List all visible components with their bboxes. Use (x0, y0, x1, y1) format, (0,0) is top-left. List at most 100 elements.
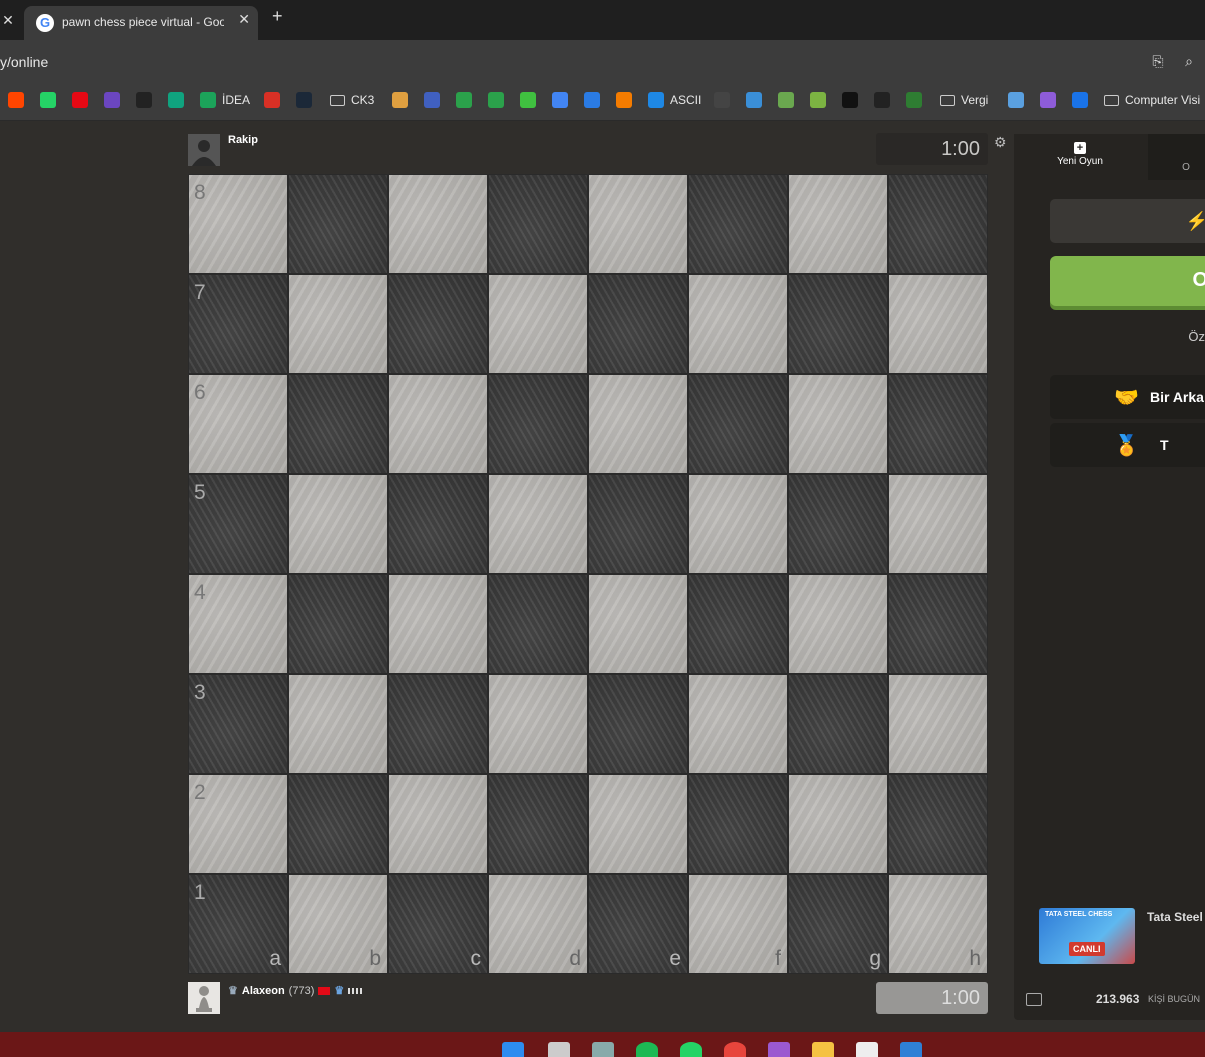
square-e8[interactable] (588, 174, 688, 274)
bookmark-item[interactable] (264, 91, 286, 109)
square-b7[interactable] (288, 274, 388, 374)
bookmark-item[interactable] (810, 91, 832, 109)
new-tab-button[interactable]: + (272, 6, 283, 27)
bookmark-folder[interactable]: Computer Visi (1104, 91, 1200, 109)
square-g5[interactable] (788, 474, 888, 574)
bookmark-item[interactable] (520, 91, 542, 109)
square-d8[interactable] (488, 174, 588, 274)
square-b1[interactable]: b (288, 874, 388, 974)
bookmark-item[interactable] (746, 91, 768, 109)
square-e1[interactable]: e (588, 874, 688, 974)
bookmark-item[interactable] (778, 91, 800, 109)
chrome-icon[interactable] (724, 1042, 746, 1057)
square-g8[interactable] (788, 174, 888, 274)
square-g1[interactable]: g (788, 874, 888, 974)
square-g7[interactable] (788, 274, 888, 374)
square-a2[interactable]: 2 (188, 774, 288, 874)
zoom-icon[interactable]: ⌕ (1180, 52, 1198, 70)
bookmark-item[interactable]: İDEA (200, 91, 250, 109)
browser-tab[interactable]: G pawn chess piece virtual - Goog ✕ (24, 6, 258, 40)
windows-start-icon[interactable] (502, 1042, 524, 1057)
user-avatar[interactable] (188, 982, 220, 1014)
square-b3[interactable] (288, 674, 388, 774)
bookmark-item[interactable] (714, 91, 736, 109)
square-h2[interactable] (888, 774, 988, 874)
square-f3[interactable] (688, 674, 788, 774)
custom-challenge-link[interactable]: Öz (1188, 329, 1205, 344)
square-d6[interactable] (488, 374, 588, 474)
square-d7[interactable] (488, 274, 588, 374)
square-b2[interactable] (288, 774, 388, 874)
square-g6[interactable] (788, 374, 888, 474)
square-a1[interactable]: 1a (188, 874, 288, 974)
square-f7[interactable] (688, 274, 788, 374)
square-b8[interactable] (288, 174, 388, 274)
promo-title[interactable]: Tata Steel (1147, 910, 1203, 924)
bookmark-item[interactable] (842, 91, 864, 109)
square-e5[interactable] (588, 474, 688, 574)
bookmark-item[interactable] (424, 91, 446, 109)
square-d5[interactable] (488, 474, 588, 574)
square-h7[interactable] (888, 274, 988, 374)
install-app-icon[interactable]: ⎘ (1149, 52, 1167, 70)
bookmark-item[interactable] (552, 91, 574, 109)
bookmark-item[interactable] (72, 91, 94, 109)
bookmark-item[interactable] (1072, 91, 1094, 109)
app-icon[interactable] (592, 1042, 614, 1057)
url-input[interactable]: y/online (0, 54, 48, 70)
square-c7[interactable] (388, 274, 488, 374)
square-a3[interactable]: 3 (188, 674, 288, 774)
square-e2[interactable] (588, 774, 688, 874)
square-h3[interactable] (888, 674, 988, 774)
gear-icon[interactable]: ⚙ (994, 134, 1007, 151)
square-d4[interactable] (488, 574, 588, 674)
square-g4[interactable] (788, 574, 888, 674)
bookmark-item[interactable] (456, 91, 478, 109)
square-f8[interactable] (688, 174, 788, 274)
opponent-avatar[interactable] (188, 134, 220, 166)
square-a6[interactable]: 6 (188, 374, 288, 474)
square-d1[interactable]: d (488, 874, 588, 974)
square-b4[interactable] (288, 574, 388, 674)
bookmark-item[interactable] (906, 91, 928, 109)
square-h8[interactable] (888, 174, 988, 274)
square-c3[interactable] (388, 674, 488, 774)
chess-board[interactable]: 87654321abcdefgh (188, 174, 988, 974)
square-a7[interactable]: 7 (188, 274, 288, 374)
spotify-icon[interactable] (636, 1042, 658, 1057)
square-d2[interactable] (488, 774, 588, 874)
square-a4[interactable]: 4 (188, 574, 288, 674)
bookmark-item[interactable] (874, 91, 896, 109)
vscode-icon[interactable] (900, 1042, 922, 1057)
bookmark-item[interactable] (8, 91, 30, 109)
square-f1[interactable]: f (688, 874, 788, 974)
bookmark-item[interactable]: ASCII (648, 91, 701, 109)
square-c2[interactable] (388, 774, 488, 874)
square-h6[interactable] (888, 374, 988, 474)
bookmark-item[interactable] (104, 91, 126, 109)
bookmark-item[interactable] (136, 91, 158, 109)
tournaments-button[interactable]: 🏅 T (1050, 423, 1205, 467)
square-g3[interactable] (788, 674, 888, 774)
app-icon-2[interactable] (856, 1042, 878, 1057)
tab-new-game[interactable]: + Yeni Oyun (1014, 134, 1146, 180)
tab-close-icon[interactable]: ✕ (238, 11, 250, 28)
square-e6[interactable] (588, 374, 688, 474)
play-button[interactable]: O (1050, 256, 1205, 306)
bookmark-item[interactable] (1040, 91, 1062, 109)
file-explorer-icon[interactable] (812, 1042, 834, 1057)
square-h1[interactable]: h (888, 874, 988, 974)
square-f6[interactable] (688, 374, 788, 474)
square-e7[interactable] (588, 274, 688, 374)
square-f4[interactable] (688, 574, 788, 674)
bookmark-item[interactable] (616, 91, 638, 109)
whatsapp-icon[interactable] (680, 1042, 702, 1057)
bookmark-item[interactable] (296, 91, 318, 109)
square-c1[interactable]: c (388, 874, 488, 974)
square-h5[interactable] (888, 474, 988, 574)
square-c4[interactable] (388, 574, 488, 674)
play-friend-button[interactable]: 🤝 Bir Arka (1050, 375, 1205, 419)
tab-other[interactable]: O (1148, 134, 1205, 180)
square-e3[interactable] (588, 674, 688, 774)
previous-tab-close-icon[interactable]: ✕ (0, 8, 16, 32)
